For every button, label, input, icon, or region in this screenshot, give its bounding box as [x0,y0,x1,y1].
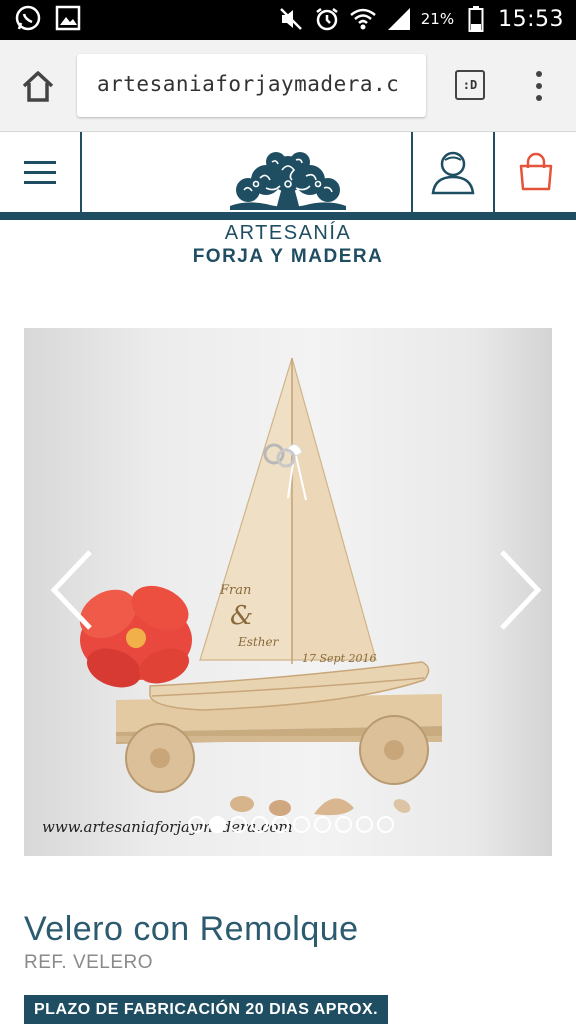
sail-ampersand: & [230,601,253,631]
whatsapp-icon [14,4,42,32]
carousel-dot[interactable] [335,816,352,833]
carousel-dot[interactable] [377,816,394,833]
overflow-menu-icon[interactable] [530,68,548,104]
signal-icon [385,5,413,33]
sail-name-1: Fran [219,583,251,598]
chevron-right-icon[interactable] [496,548,544,632]
carousel-dot[interactable] [209,816,226,833]
carousel-dot[interactable] [314,816,331,833]
shopping-bag-icon[interactable] [495,132,576,212]
product-title: Velero con Remolque [24,910,359,948]
logo-tree-icon[interactable] [226,148,350,214]
home-icon[interactable] [18,66,58,106]
alarm-icon [313,5,341,33]
user-account-icon[interactable] [411,132,495,212]
tabs-icon[interactable]: :D [455,70,485,100]
sail-name-2: Esther [237,635,280,649]
tabs-label: :D [462,78,478,92]
product-reference: REF. VELERO [24,952,154,973]
battery-icon [462,5,490,33]
url-field[interactable]: artesaniaforjaymadera.c [77,54,426,117]
browser-toolbar: artesaniaforjaymadera.c :D [0,40,576,132]
clock: 15:53 [498,6,564,32]
header-divider [0,212,576,220]
brand-subtitle: FORJA Y MADERA [192,246,384,267]
battery-percent: 21% [420,10,455,28]
carousel-dot[interactable] [230,816,247,833]
url-text: artesaniaforjaymadera.c [97,72,400,96]
carousel-dots[interactable] [188,816,394,833]
gallery-icon [54,4,82,32]
carousel-dot[interactable] [272,816,289,833]
mute-icon [277,5,305,33]
status-bar: 21% 15:53 [0,0,576,40]
carousel-dot[interactable] [251,816,268,833]
chevron-left-icon[interactable] [48,548,96,632]
wifi-icon [349,5,377,33]
product-image[interactable]: Fran & Esther 17 Sept 2016 www.artesania… [24,328,552,856]
carousel-dot[interactable] [356,816,373,833]
hamburger-menu-icon[interactable] [0,132,82,212]
carousel-dot[interactable] [293,816,310,833]
sail-date: 17 Sept 2016 [302,652,377,665]
carousel-dot[interactable] [188,816,205,833]
brand-name: ARTESANÍA [224,222,352,244]
lead-time-badge: PLAZO DE FABRICACIÓN 20 DIAS APROX. [24,995,389,1024]
